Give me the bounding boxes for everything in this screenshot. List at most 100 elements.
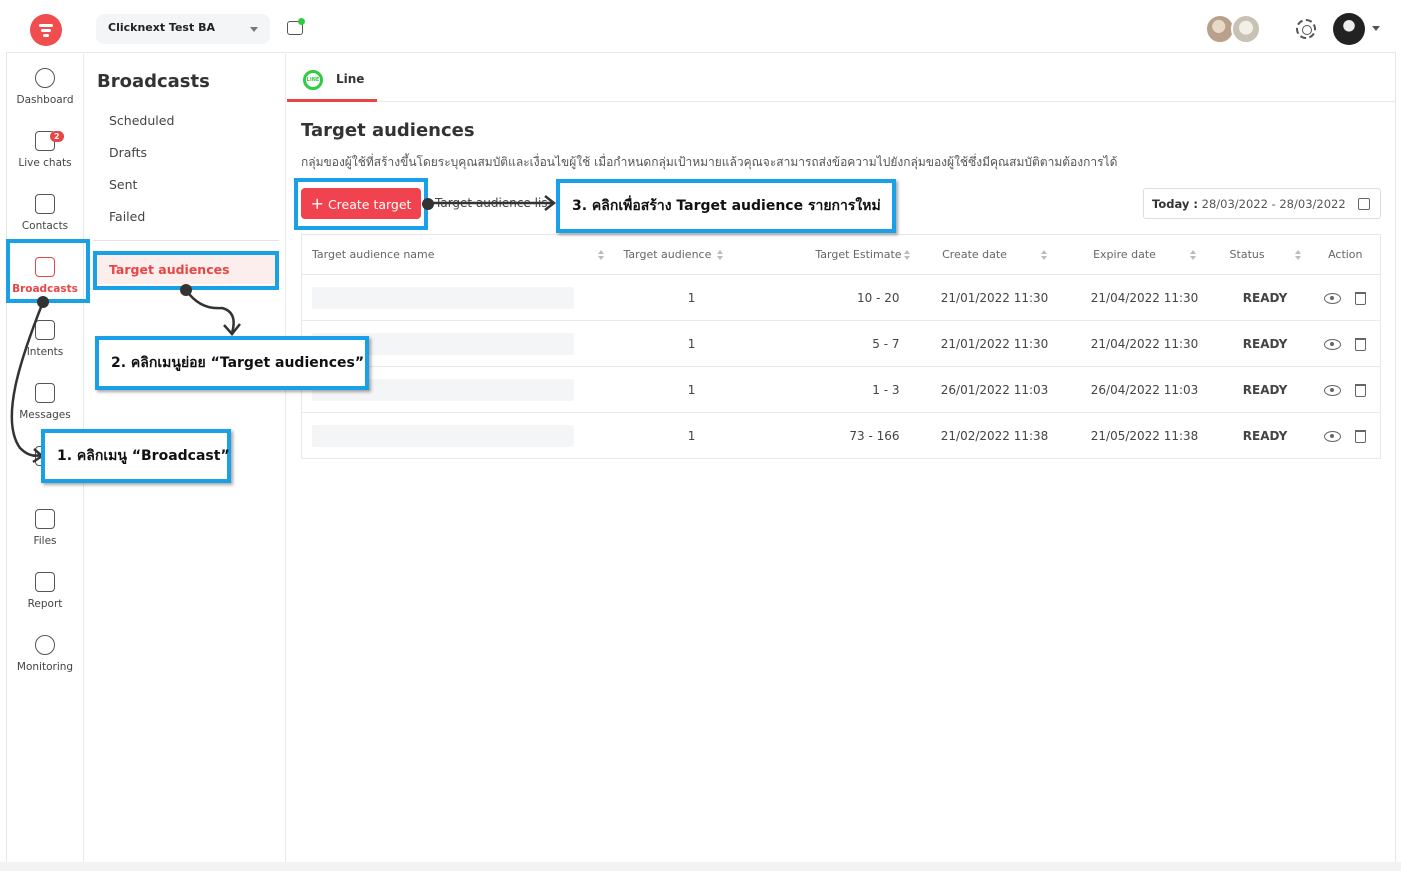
subnav-item-failed[interactable]: Failed: [109, 209, 145, 224]
header-label: Target Estimate: [815, 248, 902, 261]
col-header-estimate[interactable]: Target Estimate: [769, 234, 920, 275]
subnav-item-drafts[interactable]: Drafts: [109, 145, 147, 160]
nav-dashboard[interactable]: Dashboard: [6, 60, 84, 118]
cell-estimate: 10 - 20: [769, 274, 920, 321]
ai-icon: [35, 320, 55, 340]
nav-label: Files: [33, 535, 57, 547]
team-avatars[interactable]: [1205, 14, 1265, 44]
status-badge: READY: [1219, 274, 1311, 321]
status-badge: READY: [1219, 412, 1311, 459]
nav-contacts[interactable]: Contacts: [6, 186, 84, 244]
channel-tabs: LINE Line: [287, 54, 1396, 102]
table-row[interactable]: 1 5 - 7 21/01/2022 11:30 21/04/2022 11:3…: [301, 320, 1381, 367]
target-audience-list-label: Target audience lis: [435, 196, 548, 210]
cell-create-date: 21/01/2022 11:30: [919, 320, 1070, 367]
table-row[interactable]: 1 73 - 166 21/02/2022 11:38 21/05/2022 1…: [301, 412, 1381, 459]
col-header-audience[interactable]: Target audience: [613, 234, 770, 275]
nav-label: Intents: [26, 346, 64, 358]
col-header-name[interactable]: Target audience name: [301, 234, 614, 275]
eye-icon[interactable]: [1324, 338, 1342, 350]
nav-label: Monitoring: [16, 661, 74, 673]
contact-card-icon: [35, 194, 55, 214]
app-logo[interactable]: [30, 14, 62, 46]
sort-icon: [1189, 250, 1196, 260]
table-row[interactable]: 1 10 - 20 21/01/2022 11:30 21/04/2022 11…: [301, 274, 1381, 321]
status-badge: READY: [1219, 366, 1311, 413]
callout-step3: 3. คลิกเพื่อสร้าง Target audience รายการ…: [556, 179, 896, 233]
nav-monitoring[interactable]: Monitoring: [6, 627, 84, 685]
workspace-name: Clicknext Test BA: [108, 21, 215, 34]
eye-icon[interactable]: [1324, 292, 1342, 304]
col-header-action: Action: [1310, 234, 1381, 275]
sort-icon: [903, 250, 910, 260]
bar-chart-icon: [35, 572, 55, 592]
sort-icon: [1294, 250, 1301, 260]
cell-audience: 1: [613, 320, 770, 367]
cell-audience: 1: [613, 366, 770, 413]
header-label: Expire date: [1093, 248, 1156, 261]
trash-icon[interactable]: [1355, 337, 1367, 351]
annotation-dot: [180, 284, 192, 296]
tab-label: Line: [336, 72, 365, 86]
subnav-item-scheduled[interactable]: Scheduled: [109, 113, 174, 128]
gear-icon[interactable]: [1296, 19, 1316, 39]
online-dot-icon: [298, 18, 305, 25]
eye-icon[interactable]: [1324, 430, 1342, 442]
annotation-dot: [37, 296, 49, 308]
sort-icon: [717, 250, 724, 260]
unread-badge: 2: [50, 131, 64, 142]
tab-line[interactable]: LINE Line: [287, 54, 377, 102]
cell-expire-date: 21/05/2022 11:38: [1069, 412, 1220, 459]
page-bottom-shade: [0, 862, 1401, 871]
col-header-expire-date[interactable]: Expire date: [1069, 234, 1220, 275]
col-header-create-date[interactable]: Create date: [919, 234, 1070, 275]
highlight-create-target: [294, 178, 428, 230]
target-audience-table: Target audience name Target audience Tar…: [301, 234, 1381, 459]
cell-create-date: 21/01/2022 11:30: [919, 274, 1070, 321]
pie-chart-icon: [35, 635, 55, 655]
line-logo-icon: LINE: [303, 70, 323, 90]
nav-label: Live chats: [18, 157, 72, 169]
nav-live-chats[interactable]: 2 Live chats: [6, 123, 84, 181]
calendar-icon: [1358, 198, 1370, 210]
cell-audience: 1: [613, 412, 770, 459]
annotation-dot: [422, 198, 434, 210]
eye-icon[interactable]: [1324, 384, 1342, 396]
col-header-status[interactable]: Status: [1219, 234, 1311, 275]
header-label: Action: [1328, 248, 1363, 261]
workspace-select[interactable]: Clicknext Test BA: [96, 14, 270, 44]
callout-step2: 2. คลิกเมนูย่อย “Target audiences”: [95, 336, 369, 390]
nav-files[interactable]: Files: [6, 501, 84, 559]
header-label: Target audience: [623, 248, 712, 261]
cell-expire-date: 26/04/2022 11:03: [1069, 366, 1220, 413]
trash-icon[interactable]: [1355, 429, 1367, 443]
user-avatar[interactable]: [1333, 13, 1365, 45]
folder-icon: [35, 509, 55, 529]
highlight-broadcasts: [6, 239, 90, 303]
trash-icon[interactable]: [1355, 291, 1367, 305]
subnav-title: Broadcasts: [97, 71, 210, 92]
chevron-down-icon[interactable]: [1372, 26, 1380, 31]
nav-intents[interactable]: Intents: [6, 312, 84, 370]
subnav-item-sent[interactable]: Sent: [109, 177, 137, 192]
cell-create-date: 26/01/2022 11:03: [919, 366, 1070, 413]
date-range-picker[interactable]: Today : 28/03/2022 - 28/03/2022: [1143, 188, 1381, 219]
header-label: Status: [1229, 248, 1265, 261]
page-description: กลุ่มของผู้ใช้ที่สร้างขึ้นโดยระบุคุณสมบั…: [301, 155, 1118, 169]
trash-icon[interactable]: [1355, 383, 1367, 397]
cell-create-date: 21/02/2022 11:38: [919, 412, 1070, 459]
sort-icon: [1040, 250, 1047, 260]
page-title: Target audiences: [301, 120, 475, 141]
nav-report[interactable]: Report: [6, 564, 84, 622]
header-label: Target audience name: [312, 248, 435, 261]
callout-step1: 1. คลิกเมนู “Broadcast”: [41, 429, 231, 483]
table-row[interactable]: 1 1 - 3 26/01/2022 11:03 26/04/2022 11:0…: [301, 366, 1381, 413]
audience-name-placeholder: [312, 424, 574, 447]
top-bar: Clicknext Test BA: [6, 5, 1396, 53]
date-range-value: 28/03/2022 - 28/03/2022: [1201, 197, 1346, 211]
nav-label: Dashboard: [16, 94, 74, 106]
date-label: Today :: [1152, 197, 1198, 211]
nav-messages[interactable]: Messages: [6, 375, 84, 433]
nav-label: Report: [27, 598, 63, 610]
nav-label: Contacts: [21, 220, 69, 232]
